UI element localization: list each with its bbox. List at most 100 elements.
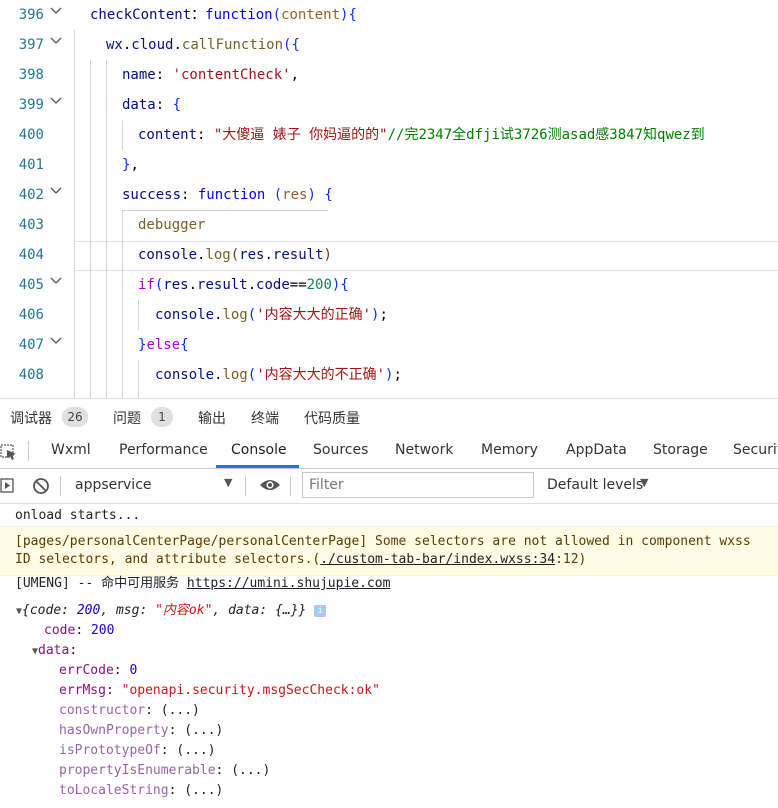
code-line[interactable]: console.log('内容大大的不正确'); — [155, 360, 778, 390]
code-line[interactable]: name: 'contentCheck', — [122, 60, 778, 90]
log-levels-selector[interactable]: Default levels — [547, 477, 643, 493]
indent-guide — [138, 360, 139, 398]
summary-text: {code: — [22, 603, 77, 618]
console-warning: [pages/personalCenterPage/personalCenter… — [0, 526, 778, 576]
levels-dropdown-icon[interactable]: ▼ — [640, 476, 648, 489]
divider — [28, 441, 29, 461]
code-token: console — [138, 247, 198, 263]
property-key: constructor — [59, 703, 146, 718]
filter-input[interactable]: Filter — [302, 472, 534, 498]
code-token: : — [155, 97, 173, 113]
code-token: . — [173, 37, 182, 53]
code-line[interactable]: console.log('内容大大的正确'); — [155, 300, 778, 330]
inspect-element-icon[interactable] — [0, 442, 18, 462]
code-token: : — [155, 67, 173, 83]
show-sidebar-icon[interactable] — [0, 478, 16, 494]
code-token: . — [188, 277, 198, 293]
code-token: success — [122, 187, 182, 203]
summary-text: , data: {…}} — [212, 603, 307, 618]
property-value[interactable]: (...) — [184, 723, 223, 738]
fold-chevron-icon[interactable] — [50, 36, 62, 48]
code-token: ){ — [331, 277, 349, 293]
tab-issues[interactable]: 问题 — [113, 408, 141, 428]
property-value[interactable]: (...) — [176, 743, 215, 758]
fold-chevron-icon[interactable] — [50, 276, 62, 288]
property-row: errMsg: "openapi.security.msgSecCheck:ok… — [59, 683, 380, 698]
umeng-link[interactable]: https://umini.shujupie.com — [187, 576, 391, 591]
code-token: ( — [230, 247, 240, 263]
issues-count-badge: 1 — [151, 407, 173, 427]
code-token: //完2347全dfji试3726测asad感3847知qwez到 — [387, 127, 705, 143]
indent-guide — [90, 60, 91, 398]
code-token: { — [315, 187, 333, 203]
code-line[interactable]: }, — [122, 150, 778, 180]
code-line[interactable]: content: "大傻逼 婊子 你妈逼的的"//完2347全dfji试3726… — [138, 120, 778, 150]
tab-debugger[interactable]: 调试器 — [10, 408, 52, 428]
code-token: ( — [247, 367, 257, 383]
property-value[interactable]: (...) — [231, 763, 270, 778]
code-token: cloud — [131, 37, 174, 53]
tab-sources[interactable]: Sources — [313, 442, 368, 458]
tab-performance[interactable]: Performance — [119, 442, 208, 458]
code-line[interactable]: checkContent：function(content){ — [90, 0, 778, 30]
line-number: 405 — [18, 277, 44, 293]
code-token: "大傻逼 婊子 你妈逼的的" — [213, 127, 388, 143]
warning-text-end: :12) — [555, 552, 587, 567]
property-value[interactable]: (...) — [184, 783, 223, 798]
proto-row[interactable]: hasOwnProperty: (...) — [59, 722, 223, 740]
code-line[interactable]: data: { — [122, 90, 778, 120]
tab-terminal[interactable]: 终端 — [251, 408, 279, 428]
code-line[interactable]: debugger — [138, 210, 778, 240]
code-line[interactable]: if(res.result.code==200){ — [138, 270, 778, 300]
proto-row[interactable]: isPrototypeOf: (...) — [59, 742, 216, 760]
tab-output[interactable]: 输出 — [198, 408, 226, 428]
proto-row[interactable]: toLocaleString: (...) — [59, 782, 223, 800]
context-selector[interactable]: appservice — [75, 477, 152, 493]
code-token: content — [281, 7, 341, 23]
code-line[interactable]: success: function (res) { — [122, 180, 778, 210]
property-row[interactable]: ▼data: — [32, 642, 77, 661]
line-number: 407 — [18, 337, 44, 353]
dropdown-arrow-icon[interactable]: ▼ — [224, 476, 232, 489]
fold-chevron-icon[interactable] — [50, 336, 62, 348]
code-token: : — [181, 187, 198, 203]
clear-console-icon[interactable] — [32, 477, 50, 495]
debugger-count-badge: 26 — [62, 407, 88, 427]
code-token: ) — [323, 247, 332, 263]
code-token: checkContent — [90, 7, 192, 23]
tab-appdata[interactable]: AppData — [566, 442, 627, 458]
tab-console[interactable]: Console — [231, 442, 287, 458]
code-line[interactable]: }else{ — [138, 330, 778, 360]
code-editor[interactable]: 396 checkContent：function(content){397 wx.… — [0, 0, 778, 398]
indent-guide — [122, 120, 123, 150]
code-line[interactable]: wx.cloud.callFunction({ — [106, 30, 778, 60]
proto-row[interactable]: propertyIsEnumerable: (...) — [59, 762, 270, 780]
proto-row[interactable]: constructor: (...) — [59, 702, 200, 720]
info-icon[interactable]: i — [314, 604, 327, 617]
property-key: toLocaleString — [59, 783, 169, 798]
tab-security[interactable]: Securit — [733, 442, 778, 458]
tab-network[interactable]: Network — [395, 442, 453, 458]
property-value[interactable]: (...) — [161, 703, 200, 718]
live-expression-eye-icon[interactable] — [259, 478, 281, 492]
fold-chevron-icon[interactable] — [50, 186, 62, 198]
console-message: onload starts... — [15, 508, 141, 523]
property-key: code — [44, 623, 76, 638]
fold-chevron-icon[interactable] — [50, 96, 62, 108]
tab-memory[interactable]: Memory — [481, 442, 538, 458]
code-token: , — [130, 157, 139, 173]
code-token: if — [138, 277, 155, 293]
source-link[interactable]: ./custom-tab-bar/index.wxss:34 — [320, 552, 555, 567]
tab-code-quality[interactable]: 代码质量 — [304, 408, 360, 428]
fold-chevron-icon[interactable] — [50, 6, 62, 18]
tab-storage[interactable]: Storage — [653, 442, 708, 458]
code-line[interactable]: console.log(res.result) — [138, 240, 778, 270]
code-token: content — [138, 127, 198, 143]
property-row: errCode: 0 — [59, 663, 138, 678]
tab-wxml[interactable]: Wxml — [51, 442, 91, 458]
object-summary[interactable]: ▼{code: 200, msg: "内容ok", data: {…}} i — [16, 602, 327, 621]
property-key: propertyIsEnumerable — [59, 763, 216, 778]
code-token: console — [155, 367, 215, 383]
property-value: 200 — [90, 623, 115, 638]
warning-text-line1: [pages/personalCenterPage/personalCenter… — [15, 534, 751, 549]
